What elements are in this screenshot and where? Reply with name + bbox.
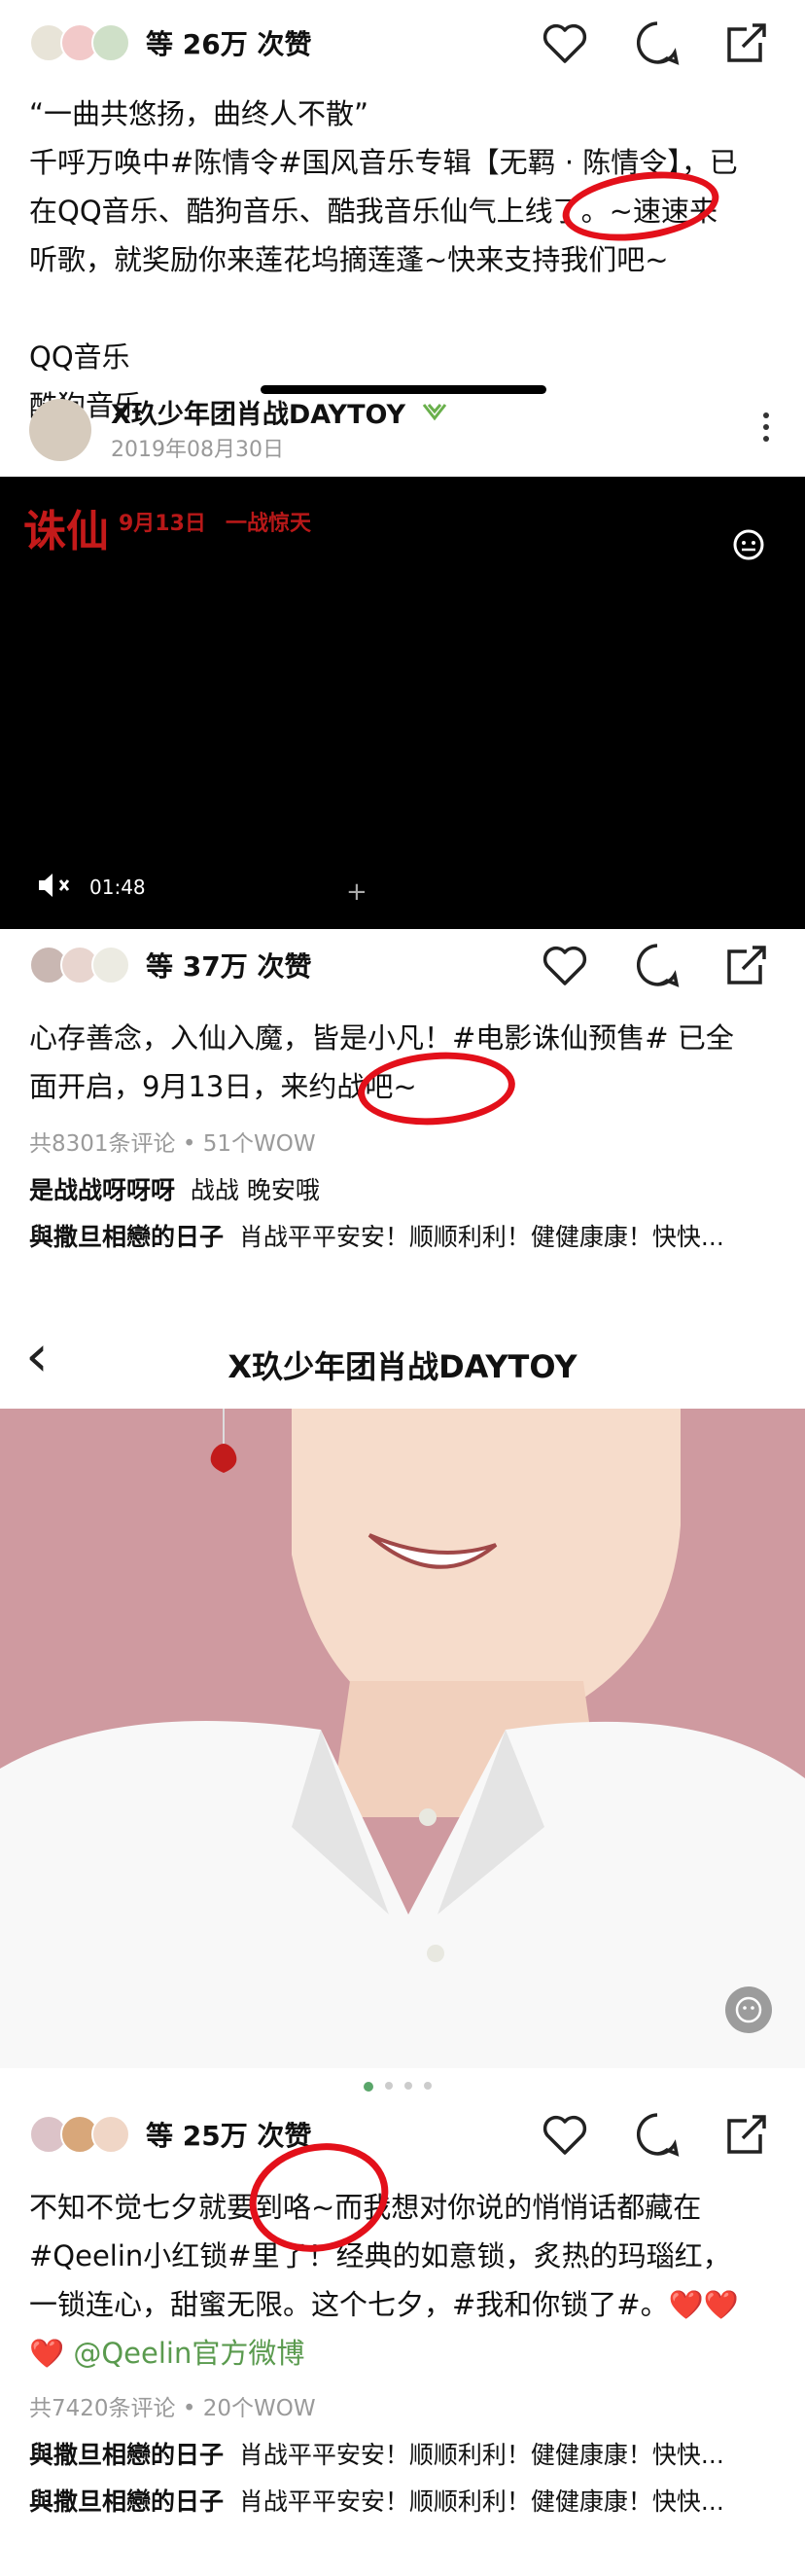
post1-likes-row: 等 26万 次赞 <box>0 0 805 88</box>
caption-line: 一锁连心，甜蜜无限。这个七夕，#我和你锁了#。❤️❤️ <box>29 2288 739 2321</box>
danmaku-icon[interactable] <box>731 527 766 562</box>
comment-count[interactable]: 共7420条评论 • 20个WOW <box>29 2389 316 2422</box>
more-options-icon[interactable] <box>758 411 774 449</box>
movie-logo: 诛仙 <box>23 507 109 556</box>
comment-item[interactable]: 是战战呀呀呀 战战 晚安哦 <box>29 1171 778 1206</box>
avatar[interactable] <box>91 23 130 62</box>
comment-item[interactable]: 與撒旦相戀的日子 肖战平平安安！顺顺利利！健健康康！快快... <box>29 1218 778 1253</box>
comment-user[interactable]: 與撒旦相戀的日子 <box>29 2487 224 2516</box>
heart-icon[interactable] <box>540 940 590 990</box>
share-icon[interactable] <box>721 18 772 68</box>
caption-line: 面开启，9月13日，来约战吧~ <box>29 1070 417 1103</box>
author-avatar[interactable] <box>29 399 91 461</box>
share-icon[interactable] <box>721 940 772 990</box>
caption-line: 千呼万唤中#陈情令#国风音乐专辑【无羁 · 陈情令】，已 <box>29 146 738 179</box>
post2-likes-row: 等 37万 次赞 <box>0 932 805 1020</box>
comment-user[interactable]: 是战战呀呀呀 <box>29 1176 175 1204</box>
profile-title: X玖少年团肖战DAYTOY <box>228 1348 578 1385</box>
comment-item[interactable]: 與撒旦相戀的日子 肖战平平安安！顺顺利利！健健康康！快快... <box>29 2483 778 2518</box>
caption-line: “一曲共悠扬，曲终人不散” <box>29 97 369 130</box>
comment-count[interactable]: 共8301条评论 • 51个WOW <box>29 1125 316 1158</box>
video-player[interactable]: 诛仙 9月13日 一战惊天 01:48 + <box>0 477 805 929</box>
comment-text: 肖战平平安安！顺顺利利！健健康康！快快... <box>238 1223 724 1251</box>
comment-text: 战战 晚安哦 <box>190 1176 320 1204</box>
video-duration: 01:48 <box>89 876 146 899</box>
caption-line: 在QQ音乐、酷狗音乐、酷我音乐仙气上线了。~速速来 <box>29 195 718 228</box>
comment-item[interactable]: 與撒旦相戀的日子 肖战平平安安！顺顺利利！健健康康！快快... <box>29 2436 778 2471</box>
post3-caption: 不知不觉七夕就要到咯~而我想对你说的悄悄话都藏在 #Qeelin小红锁#里了！经… <box>29 2183 778 2378</box>
post-photo[interactable] <box>0 1409 805 2068</box>
caption-line: #Qeelin小红锁#里了！经典的如意锁，炙热的玛瑙红， <box>29 2239 731 2272</box>
author-name[interactable]: X玖少年团肖战DAYTOY <box>111 393 405 431</box>
likes-count[interactable]: 等 26万 次赞 <box>146 23 311 62</box>
heart-icon[interactable] <box>540 18 590 68</box>
caption-line: 心存善念，入仙入魔，皆是小凡！#电影诛仙预售# 已全 <box>29 1021 734 1055</box>
comment-user[interactable]: 與撒旦相戀的日子 <box>29 1223 224 1251</box>
post-date: 2019年08月30日 <box>111 438 284 462</box>
likes-count[interactable]: 等 25万 次赞 <box>146 2115 311 2154</box>
caption-line <box>29 284 778 333</box>
heart-icon[interactable] <box>540 2109 590 2160</box>
verified-icon <box>422 404 447 421</box>
caption-line: 不知不觉七夕就要到咯~而我想对你说的悄悄话都藏在 <box>29 2191 702 2224</box>
comment-icon[interactable] <box>632 18 682 68</box>
carousel-indicator[interactable] <box>364 2082 441 2092</box>
caption-line: 听歌，就奖励你来莲花坞摘莲蓬~快来支持我们吧~ <box>29 243 669 276</box>
post1-caption: “一曲共悠扬，曲终人不散” 千呼万唤中#陈情令#国风音乐专辑【无羁 · 陈情令】… <box>29 89 778 430</box>
caption-line: ❤️ @Qeelin官方微博 <box>29 2329 778 2378</box>
share-icon[interactable] <box>721 2109 772 2160</box>
post3-likes-row: 等 25万 次赞 <box>0 2095 805 2183</box>
mute-icon[interactable] <box>35 871 74 900</box>
avatar[interactable] <box>91 2115 130 2154</box>
avatar[interactable] <box>91 946 130 984</box>
comment-text: 肖战平平安安！顺顺利利！健健康康！快快... <box>238 2441 724 2469</box>
comment-user[interactable]: 與撒旦相戀的日子 <box>29 2441 224 2469</box>
likes-count[interactable]: 等 37万 次赞 <box>146 946 311 984</box>
video-loading-plus: + <box>346 877 368 907</box>
link-qq-music[interactable]: QQ音乐 <box>29 333 778 381</box>
comment-text: 肖战平平安安！顺顺利利！健健康康！快快... <box>238 2487 724 2516</box>
post2-caption: 心存善念，入仙入魔，皆是小凡！#电影诛仙预售# 已全 面开启，9月13日，来约战… <box>29 1014 778 1111</box>
heart-emoji: ❤️ <box>29 2337 65 2370</box>
release-date-text: 9月13日 <box>119 512 206 536</box>
mention-link[interactable]: @Qeelin官方微博 <box>73 2337 304 2370</box>
model-illustration <box>0 1409 805 2068</box>
tagline-text: 一战惊天 <box>226 512 312 536</box>
danmaku-icon[interactable] <box>725 1986 772 2033</box>
comment-icon[interactable] <box>632 940 682 990</box>
comment-icon[interactable] <box>632 2109 682 2160</box>
